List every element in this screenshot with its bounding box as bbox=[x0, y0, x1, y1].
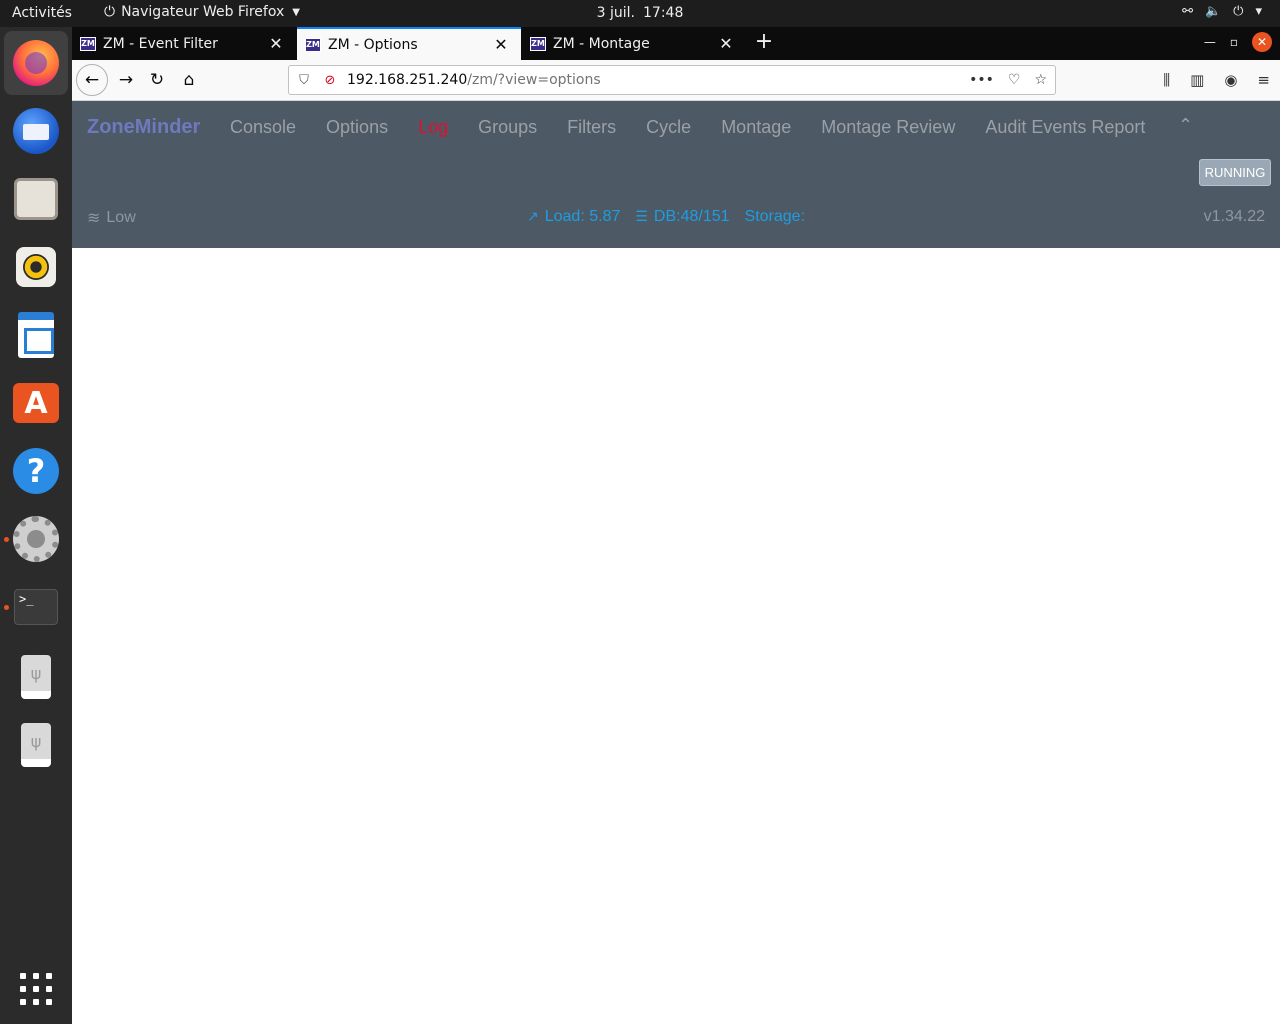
version-label[interactable]: v1.34.22 bbox=[1204, 208, 1265, 226]
chevron-down-icon: ▾ bbox=[1255, 4, 1262, 19]
menu-options[interactable]: Options bbox=[326, 117, 388, 138]
zm-favicon-icon: ZM bbox=[80, 36, 96, 51]
close-window-button[interactable]: ✕ bbox=[1252, 32, 1272, 52]
network-icon: ⚯ bbox=[1182, 4, 1193, 19]
dock-usb-drive-1[interactable]: ψ bbox=[4, 645, 68, 709]
tab-title: ZM - Montage bbox=[553, 35, 650, 52]
url-bar[interactable]: ⛉ ⊘ 192.168.251.240/zm/?view=options •••… bbox=[288, 65, 1056, 95]
dock-files[interactable] bbox=[4, 167, 68, 231]
usb-drive-icon: ψ bbox=[21, 723, 51, 767]
dock-rhythmbox[interactable] bbox=[4, 235, 68, 299]
system-tray[interactable]: ⚯ 🔈 ⏻ ▾ bbox=[1182, 4, 1262, 19]
new-tab-button[interactable]: + bbox=[752, 29, 776, 57]
pocket-icon[interactable]: ♡ bbox=[1008, 72, 1021, 88]
clock-time: 17:48 bbox=[643, 5, 684, 21]
collapse-header-icon[interactable]: ⌃ bbox=[1178, 115, 1193, 136]
menu-filters[interactable]: Filters bbox=[567, 117, 616, 138]
help-icon: ? bbox=[13, 448, 59, 494]
dock-settings[interactable] bbox=[4, 507, 68, 571]
tab-title: ZM - Options bbox=[328, 36, 418, 53]
database-icon: ☰ bbox=[635, 208, 648, 224]
trending-up-icon: ↗ bbox=[527, 208, 539, 224]
url-path: /zm/?view=options bbox=[467, 72, 601, 88]
zoneminder-brand-link[interactable]: ZoneMinder bbox=[87, 116, 200, 139]
zoneminder-header: ZoneMinder Console Options Log Groups Fi… bbox=[72, 101, 1280, 248]
files-icon bbox=[14, 178, 58, 220]
tab-event-filter[interactable]: ZM ZM - Event Filter ✕ bbox=[72, 27, 296, 60]
navigation-toolbar: ← → ↻ ⌂ ⛉ ⊘ 192.168.251.240/zm/?view=opt… bbox=[72, 60, 1280, 101]
load-stat: ↗ Load: 5.87 bbox=[527, 208, 620, 226]
libreoffice-writer-icon bbox=[18, 312, 54, 358]
db-stat: ☰ DB:48/151 bbox=[635, 208, 729, 226]
thunderbird-icon bbox=[13, 108, 59, 154]
close-tab-icon[interactable]: ✕ bbox=[714, 34, 738, 53]
load-value: Load: 5.87 bbox=[544, 208, 621, 225]
close-tab-icon[interactable]: ✕ bbox=[489, 35, 513, 54]
bookmark-star-icon[interactable]: ☆ bbox=[1034, 72, 1047, 88]
forward-button[interactable]: → bbox=[112, 66, 140, 94]
dock-help[interactable]: ? bbox=[4, 439, 68, 503]
account-icon[interactable]: ◉ bbox=[1224, 71, 1237, 89]
tab-options[interactable]: ZM ZM - Options ✕ bbox=[297, 27, 521, 60]
back-button[interactable]: ← bbox=[76, 64, 108, 96]
menu-cycle[interactable]: Cycle bbox=[646, 117, 691, 138]
show-applications-icon[interactable] bbox=[20, 973, 52, 1005]
bandwidth-label: Low bbox=[106, 209, 136, 226]
ubuntu-software-icon: A bbox=[13, 383, 59, 423]
close-tab-icon[interactable]: ✕ bbox=[264, 34, 288, 53]
system-stats: ↗ Load: 5.87 ☰ DB:48/151 Storage: bbox=[527, 208, 805, 226]
menu-audit-events-report[interactable]: Audit Events Report bbox=[985, 117, 1145, 138]
storage-stat: Storage: bbox=[744, 208, 806, 225]
window-controls: — ▫ ✕ bbox=[1204, 32, 1272, 52]
menu-montage[interactable]: Montage bbox=[721, 117, 791, 138]
dock-firefox[interactable] bbox=[4, 31, 68, 95]
dock-software[interactable]: A bbox=[4, 371, 68, 435]
menu-console[interactable]: Console bbox=[230, 117, 296, 138]
usb-drive-icon: ψ bbox=[21, 655, 51, 699]
wifi-icon: ≋ bbox=[87, 210, 101, 227]
bandwidth-selector[interactable]: ≋ Low bbox=[87, 208, 136, 228]
gnome-top-bar: Activités ⏻ Navigateur Web Firefox ▼ 3 j… bbox=[0, 0, 1280, 27]
main-menu: Console Options Log Groups Filters Cycle… bbox=[230, 117, 1145, 138]
url-host: 192.168.251.240 bbox=[347, 72, 468, 88]
dock-thunderbird[interactable] bbox=[4, 99, 68, 163]
maximize-icon[interactable]: ▫ bbox=[1230, 35, 1238, 49]
page-content-area bbox=[72, 248, 1280, 1024]
sidebar-icon[interactable]: ▥ bbox=[1190, 71, 1204, 89]
settings-gear-icon bbox=[13, 516, 59, 562]
rhythmbox-icon bbox=[16, 247, 56, 287]
hamburger-menu-icon[interactable]: ≡ bbox=[1257, 71, 1270, 89]
library-icon[interactable]: ⫼ bbox=[1163, 71, 1170, 89]
home-button[interactable]: ⌂ bbox=[175, 66, 203, 94]
terminal-icon: >_ bbox=[14, 589, 58, 625]
minimize-icon[interactable]: — bbox=[1204, 35, 1216, 49]
zm-favicon-icon: ZM bbox=[305, 37, 321, 52]
insecure-lock-icon[interactable]: ⊘ bbox=[319, 73, 341, 88]
toolbar-right: ⫼ ▥ ◉ ≡ bbox=[1163, 71, 1270, 89]
tab-title: ZM - Event Filter bbox=[103, 35, 218, 52]
db-value: DB:48/151 bbox=[653, 208, 730, 225]
shield-icon[interactable]: ⛉ bbox=[289, 73, 319, 88]
menu-groups[interactable]: Groups bbox=[478, 117, 537, 138]
menu-log[interactable]: Log bbox=[418, 117, 448, 138]
dock: A ? >_ ψ ψ bbox=[0, 27, 72, 1024]
firefox-icon bbox=[13, 40, 59, 86]
volume-icon: 🔈 bbox=[1204, 4, 1222, 19]
tab-strip: ZM ZM - Event Filter ✕ ZM ZM - Options ✕… bbox=[72, 27, 1280, 60]
zm-favicon-icon: ZM bbox=[530, 36, 546, 51]
dock-terminal[interactable]: >_ bbox=[4, 575, 68, 639]
dock-usb-drive-2[interactable]: ψ bbox=[4, 713, 68, 777]
clock-date: 3 juil. bbox=[596, 5, 635, 21]
run-state-button[interactable]: RUNNING bbox=[1199, 159, 1271, 186]
page-actions-icon[interactable]: ••• bbox=[969, 72, 994, 88]
dock-writer[interactable] bbox=[4, 303, 68, 367]
menu-montage-review[interactable]: Montage Review bbox=[821, 117, 955, 138]
power-icon: ⏻ bbox=[1233, 4, 1244, 19]
clock[interactable]: 3 juil. 17:48 bbox=[0, 5, 1280, 21]
reload-button[interactable]: ↻ bbox=[143, 66, 171, 94]
tab-montage[interactable]: ZM ZM - Montage ✕ bbox=[522, 27, 746, 60]
